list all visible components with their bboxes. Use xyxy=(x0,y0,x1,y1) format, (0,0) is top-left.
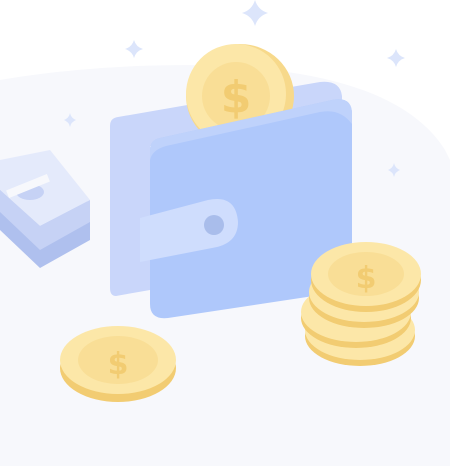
sparkle-icon xyxy=(125,40,143,58)
dollar-symbol: $ xyxy=(108,347,129,382)
wallet-illustration: $ $ $ xyxy=(0,0,450,466)
dollar-symbol: $ xyxy=(221,72,252,123)
sparkle-icon xyxy=(387,49,405,67)
dollar-symbol: $ xyxy=(356,261,377,296)
sparkle-icon xyxy=(242,0,268,26)
illustration-canvas: $ $ $ xyxy=(0,0,450,466)
coin-icon: $ xyxy=(60,326,176,402)
coin-stack-icon: $ xyxy=(301,242,421,366)
